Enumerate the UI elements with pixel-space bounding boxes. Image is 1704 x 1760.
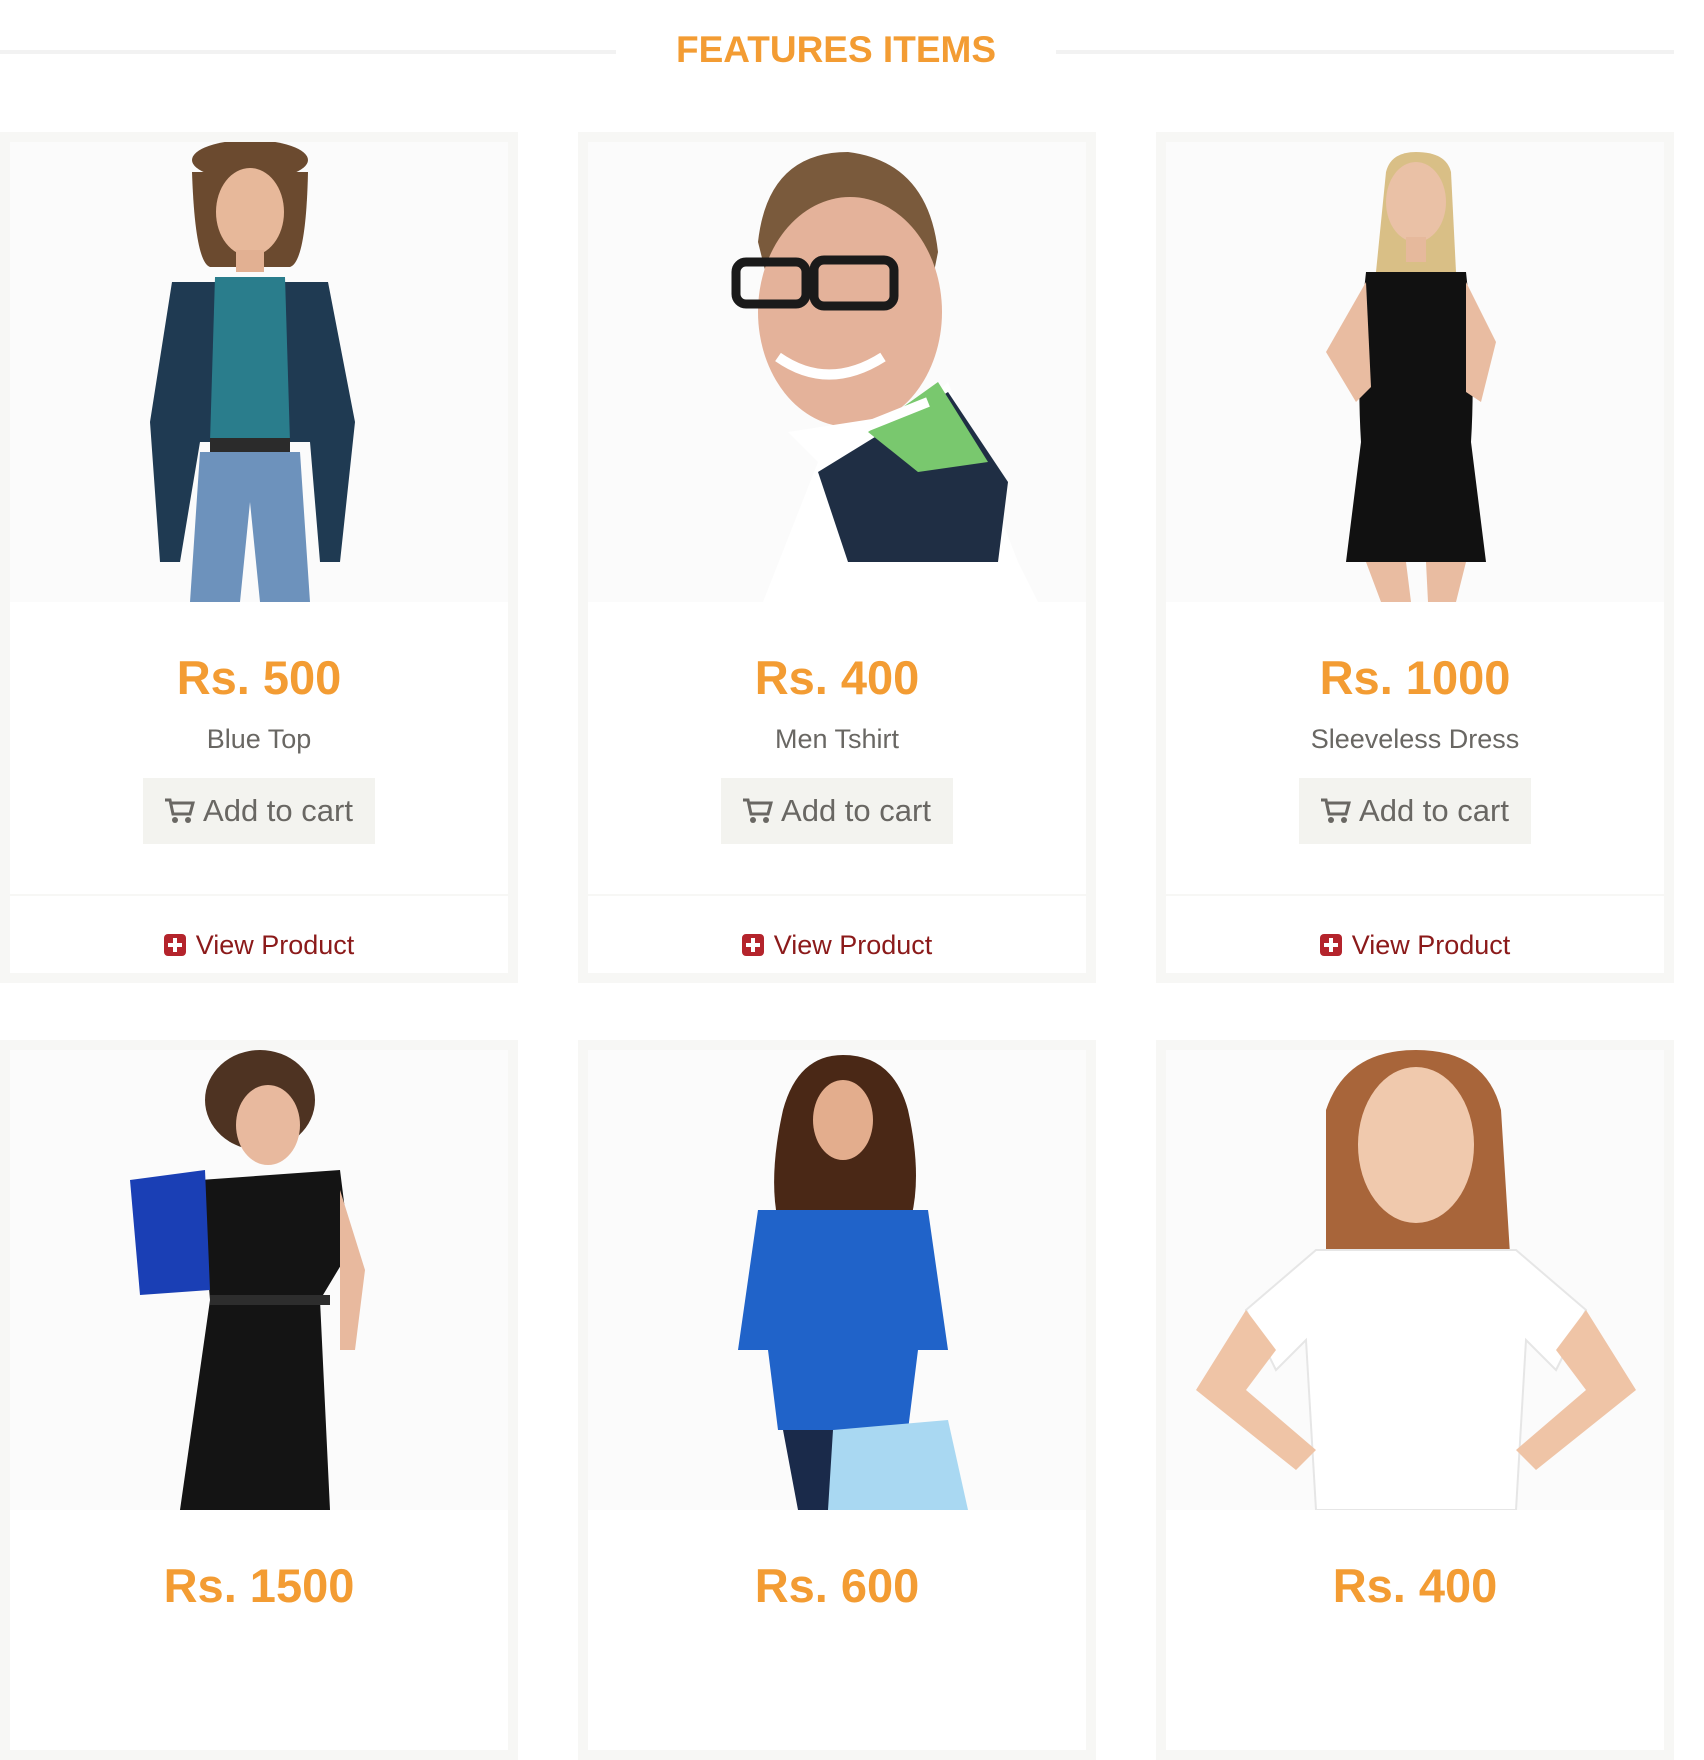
view-product-link[interactable]: View Product (1166, 925, 1664, 965)
card-divider (1166, 894, 1664, 896)
view-product-label: View Product (195, 929, 355, 960)
add-to-cart-button[interactable]: Add to cart (143, 778, 375, 844)
product-card: Rs. 500 Blue Top Add to cart View Produc… (0, 132, 518, 983)
product-image (10, 142, 508, 602)
product-card: Rs. 400 Men Tshirt Add to cart View Prod… (578, 132, 1096, 983)
product-price: Rs. 400 (1332, 1559, 1498, 1612)
product-name: Sleeveless Dress (1310, 724, 1520, 754)
cart-icon (165, 798, 195, 823)
product-card: Rs. 1000 Sleeveless Dress Add to cart Vi… (1156, 132, 1674, 983)
view-product-label: View Product (1351, 929, 1511, 960)
title-divider-right (1056, 50, 1674, 54)
product-image (1166, 142, 1664, 602)
add-to-cart-label: Add to cart (781, 793, 931, 828)
plus-square-icon (741, 934, 764, 956)
card-divider (10, 894, 508, 896)
add-to-cart-button[interactable]: Add to cart (1299, 778, 1531, 844)
product-card: Rs. 1500 (0, 1040, 518, 1760)
plus-square-icon (1319, 934, 1342, 956)
cart-icon (743, 798, 773, 823)
product-name: Men Tshirt (774, 724, 900, 754)
cart-icon (1321, 798, 1351, 823)
product-price: Rs. 500 (176, 651, 342, 704)
product-price: Rs. 600 (754, 1559, 920, 1612)
section-title: FEATURES ITEMS (676, 29, 996, 70)
product-card: Rs. 400 (1156, 1040, 1674, 1760)
view-product-link[interactable]: View Product (10, 925, 508, 965)
product-name: Blue Top (206, 724, 312, 754)
product-image (10, 1050, 508, 1510)
title-divider-left (0, 50, 616, 54)
view-product-link[interactable]: View Product (588, 925, 1086, 965)
view-product-label: View Product (773, 929, 933, 960)
product-price: Rs. 1000 (1319, 651, 1511, 704)
add-to-cart-label: Add to cart (203, 793, 353, 828)
product-price: Rs. 1500 (163, 1559, 355, 1612)
add-to-cart-label: Add to cart (1359, 793, 1509, 828)
add-to-cart-button[interactable]: Add to cart (721, 778, 953, 844)
product-image (1166, 1050, 1664, 1510)
plus-square-icon (163, 934, 186, 956)
product-image (588, 1050, 1086, 1510)
product-image (588, 142, 1086, 602)
product-price: Rs. 400 (754, 651, 920, 704)
product-card: Rs. 600 (578, 1040, 1096, 1760)
card-divider (588, 894, 1086, 896)
